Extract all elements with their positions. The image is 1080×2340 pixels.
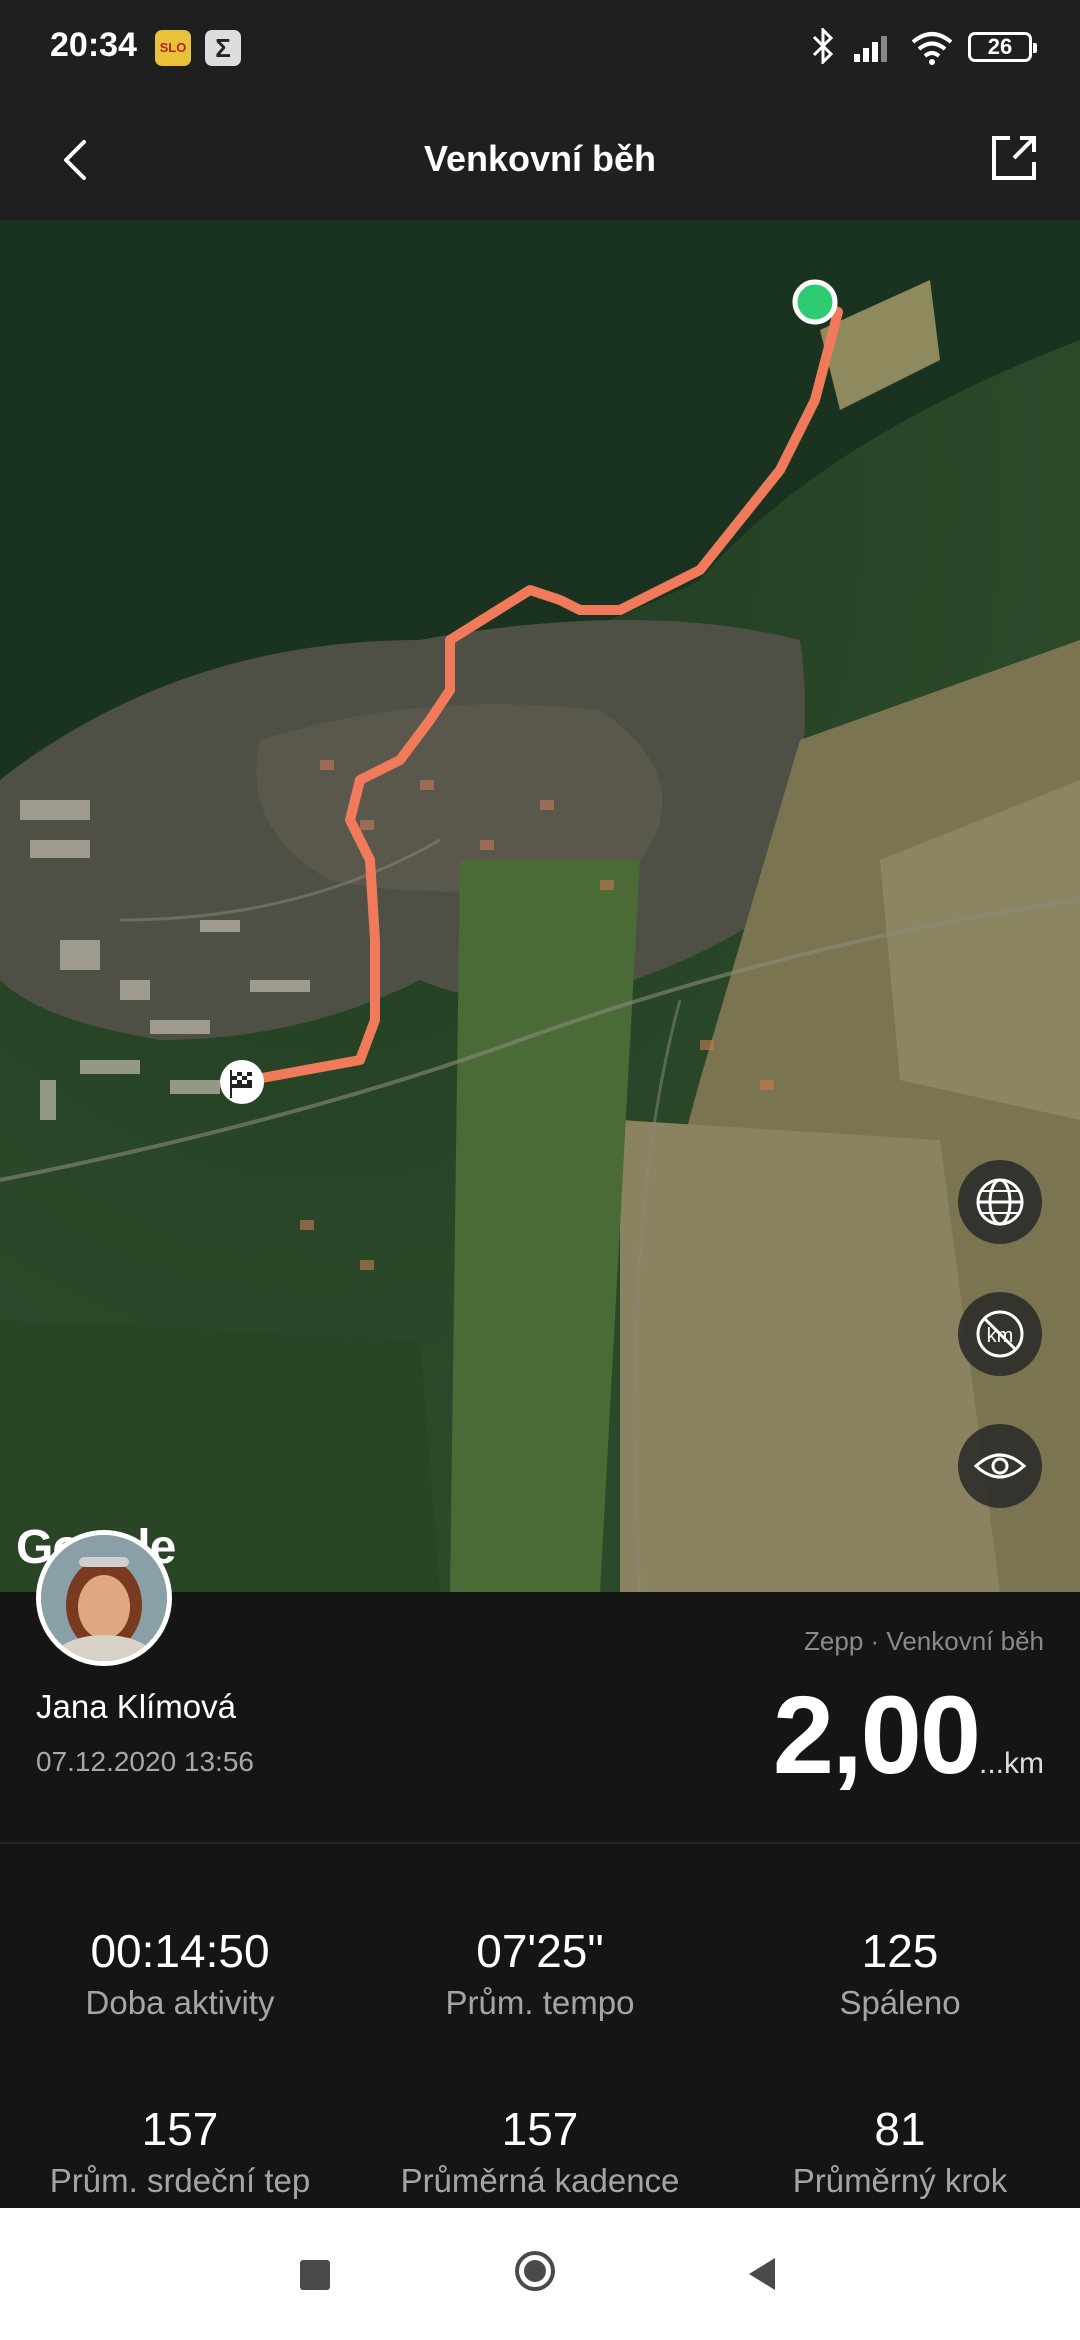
visibility-toggle[interactable] — [958, 1424, 1042, 1508]
app-header: Venkovní běh — [0, 100, 1080, 220]
eye-icon — [973, 1453, 1027, 1479]
start-marker — [792, 279, 838, 325]
route-map[interactable]: km Google — [0, 220, 1080, 1592]
app-notification-icon: SLO — [155, 30, 191, 66]
distance-value: 2,00 — [772, 1674, 981, 1797]
signal-icon — [852, 32, 896, 64]
stat-label: Prům. srdeční tep — [49, 2162, 311, 2199]
system-nav-bar — [0, 2208, 1080, 2340]
back-triangle-button[interactable] — [743, 2254, 781, 2294]
km-markers-toggle[interactable]: km — [958, 1292, 1042, 1376]
workout-source: Zepp · Venkovní běh — [804, 1626, 1044, 1656]
page-title: Venkovní běh — [423, 138, 657, 179]
wifi-icon — [910, 30, 954, 66]
stat-label: Průměrný krok — [792, 2162, 1008, 2199]
stat-value: 07'25" — [476, 1925, 604, 1977]
stat-value: 157 — [141, 2103, 219, 2155]
stat-label: Průměrná kadence — [400, 2162, 680, 2199]
stat-avg-heart-rate: 157 Prům. srdeční tep — [0, 2102, 360, 2200]
divider — [0, 1842, 1080, 1844]
map-layer-button[interactable] — [958, 1160, 1042, 1244]
status-bar: 20:34 SLO Σ 26 — [0, 0, 1080, 100]
distance-unit: ...km — [979, 1747, 1044, 1780]
stat-label: Doba aktivity — [85, 1984, 275, 2021]
globe-icon — [976, 1178, 1024, 1226]
avatar[interactable] — [36, 1530, 172, 1666]
battery-icon: 26 — [968, 32, 1037, 62]
distance-display: 2,00...km — [773, 1672, 1044, 1799]
sigma-app-icon: Σ — [205, 30, 241, 66]
stat-calories: 125 Spáleno — [720, 1924, 1080, 2022]
share-button[interactable] — [984, 128, 1044, 188]
stat-avg-pace: 07'25" Prům. tempo — [360, 1924, 720, 2022]
finish-flag-icon — [220, 1060, 264, 1104]
stat-avg-cadence: 157 Průměrná kadence — [360, 2102, 720, 2200]
stat-value: 157 — [501, 2103, 579, 2155]
stat-label: Spáleno — [839, 1984, 961, 2021]
stat-value: 00:14:50 — [90, 1925, 270, 1977]
share-external-icon — [992, 136, 1036, 180]
recents-button[interactable] — [300, 2260, 330, 2290]
home-button[interactable] — [514, 2250, 556, 2292]
stat-value: 81 — [874, 2103, 926, 2155]
stat-activity-duration: 00:14:50 Doba aktivity — [0, 1924, 360, 2022]
user-name: Jana Klímová — [36, 1688, 236, 1725]
stat-label: Prům. tempo — [445, 1984, 635, 2021]
stat-value: 125 — [861, 1925, 939, 1977]
bluetooth-icon — [812, 26, 834, 72]
status-time: 20:34 — [50, 26, 137, 64]
workout-datetime: 07.12.2020 13:56 — [36, 1746, 254, 1777]
stat-avg-stride: 81 Průměrný krok — [720, 2102, 1080, 2200]
km-off-icon: km — [976, 1310, 1024, 1358]
satellite-map-image — [0, 220, 1080, 1592]
avatar-photo — [41, 1535, 167, 1661]
